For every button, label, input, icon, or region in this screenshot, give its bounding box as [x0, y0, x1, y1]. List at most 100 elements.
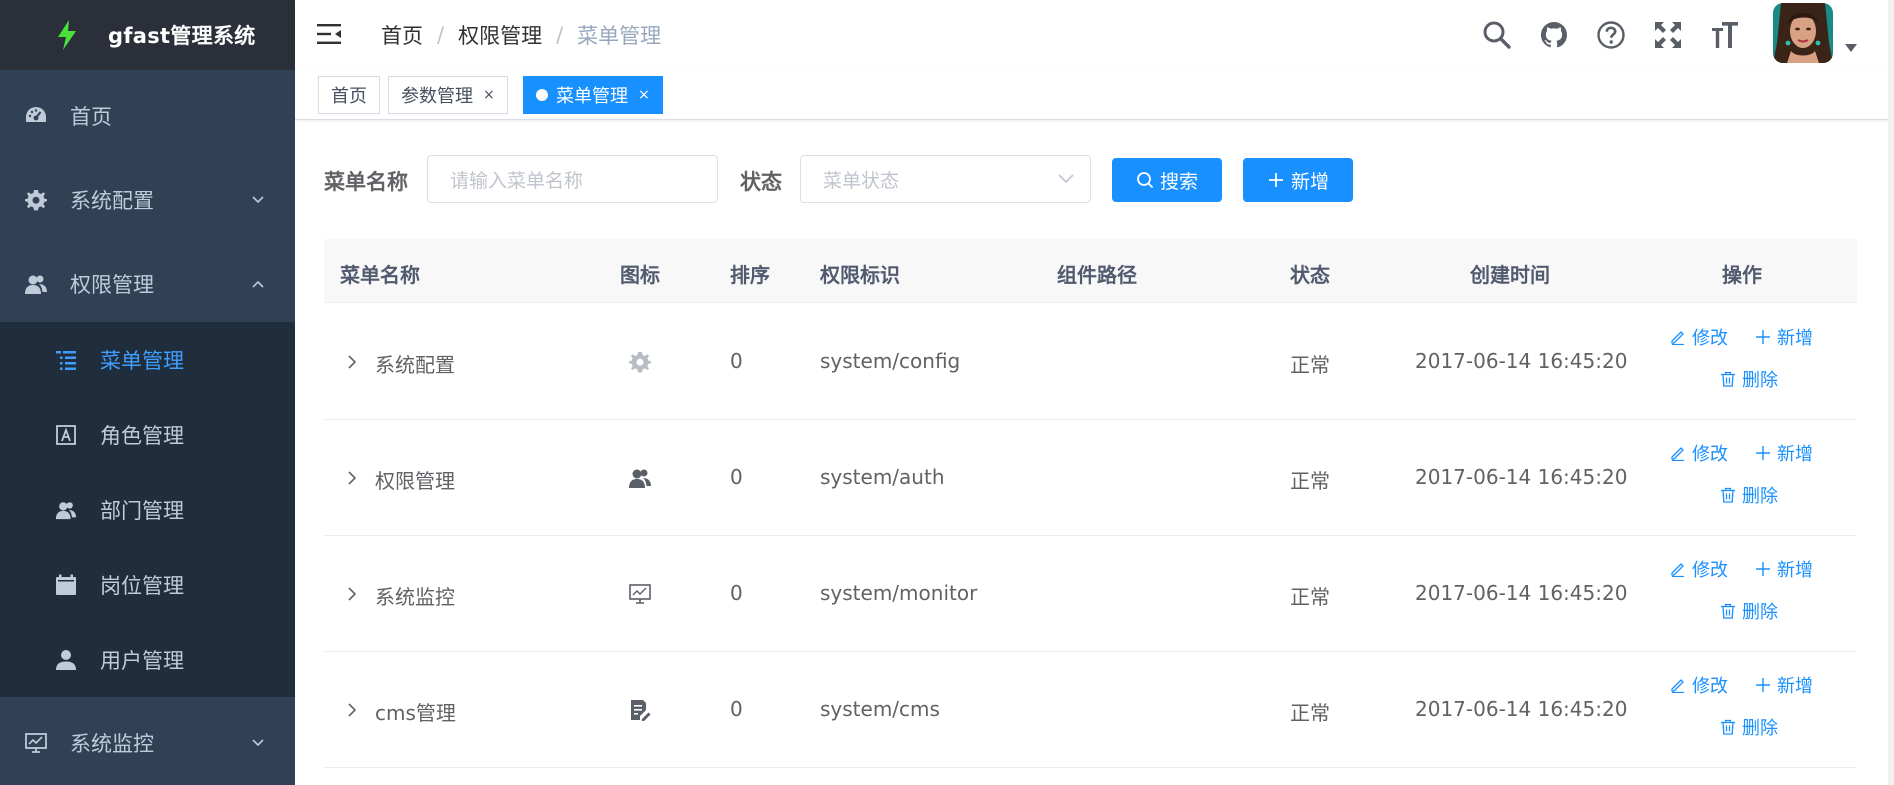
menu-status: 正常: [1290, 701, 1330, 725]
button-label: 修改: [1692, 444, 1728, 465]
search-icon[interactable]: [1482, 20, 1512, 50]
plus-icon: [1756, 446, 1770, 460]
expand-arrow-icon[interactable]: [346, 354, 358, 370]
tree-table-icon: [56, 350, 76, 370]
sidebar-item-menu-management[interactable]: 菜单管理: [0, 322, 295, 397]
avatar-image: [1773, 3, 1833, 63]
menu-permission: system/auth: [820, 465, 945, 489]
button-label: 删除: [1742, 718, 1778, 739]
vertical-scrollbar[interactable]: [1888, 0, 1894, 785]
placeholder: 请输入菜单名称: [450, 169, 584, 192]
column-header: 菜单名称: [340, 263, 420, 287]
button-label: 删除: [1742, 370, 1778, 391]
sidebar-item-label: 角色管理: [100, 423, 184, 448]
add-child-button[interactable]: 新增: [1755, 440, 1813, 466]
expand-arrow-icon[interactable]: [346, 586, 358, 602]
sidebar-item-auth[interactable]: 权限管理: [0, 242, 295, 326]
app-title: gfast管理系统: [108, 24, 256, 48]
menu-created-time: 2017-06-14 16:45:20: [1415, 581, 1628, 605]
tag-menu-management[interactable]: 菜单管理 ×: [523, 76, 663, 114]
chevron-down-icon: [1058, 174, 1074, 184]
close-icon[interactable]: ×: [638, 87, 650, 103]
table-row: cms管理 0 system/cms 正常 2017-06-14 16:45:2…: [324, 652, 1857, 768]
sidebar-item-monitor[interactable]: 系统监控: [0, 701, 295, 785]
sidebar-item-post-management[interactable]: 岗位管理: [0, 547, 295, 622]
github-icon[interactable]: [1539, 20, 1569, 50]
edit-button[interactable]: 修改: [1670, 440, 1728, 466]
chevron-up-icon: [252, 280, 264, 288]
button-label: 新增: [1777, 444, 1813, 465]
column-header: 排序: [730, 263, 770, 287]
delete-button[interactable]: 删除: [1720, 482, 1778, 508]
status-label: 状态: [740, 170, 782, 194]
column-header: 操作: [1722, 263, 1762, 287]
sidebar-item-label: 首页: [70, 105, 112, 129]
lightning-logo-icon: [58, 20, 76, 50]
breadcrumb-item[interactable]: 首页: [381, 20, 423, 50]
status-select[interactable]: 菜单状态: [800, 155, 1091, 203]
edit-button[interactable]: 修改: [1670, 556, 1728, 582]
sidebar-item-user-management[interactable]: 用户管理: [0, 622, 295, 697]
edit-button[interactable]: 修改: [1670, 672, 1728, 698]
breadcrumb-item[interactable]: 权限管理: [458, 20, 542, 50]
column-header: 状态: [1290, 263, 1330, 287]
menu-status: 正常: [1290, 585, 1330, 609]
sidebar-item-system-config[interactable]: 系统配置: [0, 158, 295, 242]
button-label: 新增: [1777, 328, 1813, 349]
dashboard-icon: [26, 107, 46, 122]
tag-home[interactable]: 首页: [318, 76, 380, 114]
logo[interactable]: gfast管理系统: [0, 0, 295, 70]
user-icon: [56, 649, 76, 670]
add-child-button[interactable]: 新增: [1755, 556, 1813, 582]
trash-icon: [1721, 487, 1735, 503]
add-child-button[interactable]: 新增: [1755, 672, 1813, 698]
expand-arrow-icon[interactable]: [346, 470, 358, 486]
menu-created-time: 2017-06-14 16:45:20: [1415, 697, 1628, 721]
menu-status: 正常: [1290, 469, 1330, 493]
trash-icon: [1721, 603, 1735, 619]
table-row: 系统监控 0 system/monitor 正常 2017-06-14 16:4…: [324, 536, 1857, 652]
button-label: 删除: [1742, 486, 1778, 507]
button-label: 修改: [1692, 676, 1728, 697]
sidebar-item-label: 权限管理: [70, 273, 154, 297]
sidebar-item-role-management[interactable]: 角色管理: [0, 397, 295, 472]
menu-status: 正常: [1290, 353, 1330, 377]
column-header: 权限标识: [820, 263, 900, 287]
plus-icon: [1756, 562, 1770, 576]
expand-arrow-icon[interactable]: [346, 702, 358, 718]
sidebar-item-dept-management[interactable]: 部门管理: [0, 472, 295, 547]
fullscreen-icon[interactable]: [1653, 20, 1683, 50]
tag-label: 首页: [331, 86, 367, 107]
peoples-icon: [629, 469, 651, 488]
delete-button[interactable]: 删除: [1720, 366, 1778, 392]
edit-button[interactable]: 修改: [1670, 324, 1728, 350]
button-label: 新增: [1290, 170, 1329, 193]
add-button[interactable]: 新增: [1243, 158, 1353, 202]
delete-button[interactable]: 删除: [1720, 598, 1778, 624]
avatar[interactable]: [1773, 3, 1833, 63]
menu-name-input[interactable]: 请输入菜单名称: [427, 155, 718, 203]
text-size-icon[interactable]: [1710, 20, 1740, 50]
sidebar-item-label: 用户管理: [100, 648, 184, 673]
sidebar-item-label: 岗位管理: [100, 573, 184, 598]
close-icon[interactable]: ×: [483, 87, 495, 103]
tag-params[interactable]: 参数管理 ×: [388, 76, 508, 114]
edit-icon: [1671, 447, 1684, 461]
hamburger-icon[interactable]: [317, 22, 343, 46]
post-icon: [56, 574, 76, 595]
column-header: 图标: [620, 263, 660, 287]
role-icon: [56, 424, 76, 445]
sidebar-item-home[interactable]: 首页: [0, 74, 295, 158]
plus-icon: [1756, 678, 1770, 692]
add-child-button[interactable]: 新增: [1755, 324, 1813, 350]
monitor-icon: [25, 733, 47, 753]
search-button[interactable]: 搜索: [1112, 158, 1222, 202]
monitor-icon: [629, 584, 651, 604]
help-icon[interactable]: [1596, 20, 1626, 50]
column-header: 组件路径: [1057, 263, 1137, 287]
sidebar-item-label: 系统监控: [70, 732, 154, 756]
caret-down-icon[interactable]: [1845, 44, 1857, 52]
delete-button[interactable]: 删除: [1720, 714, 1778, 740]
chevron-down-icon: [252, 196, 264, 204]
breadcrumb: 首页 / 权限管理 / 菜单管理: [381, 20, 661, 50]
